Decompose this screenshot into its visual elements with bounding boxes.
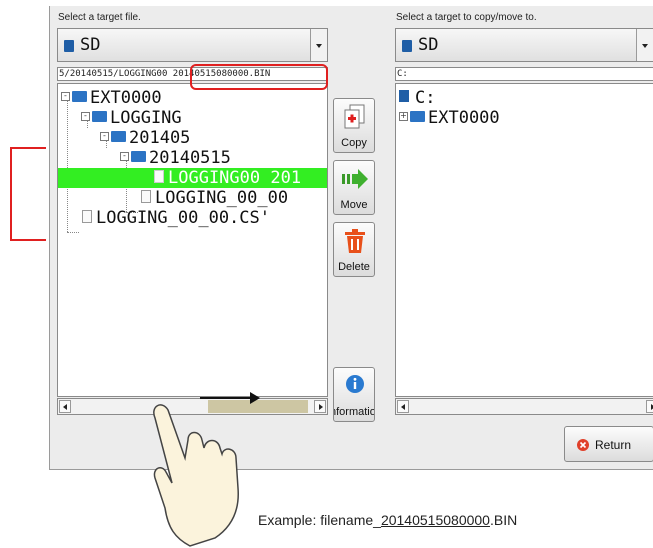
information-label: nformation (334, 406, 374, 418)
return-button[interactable]: Return (564, 426, 653, 462)
chevron-down-icon[interactable] (636, 29, 653, 61)
drive-icon (399, 90, 409, 102)
move-label: Move (340, 199, 368, 211)
delete-button[interactable]: Delete (333, 222, 375, 277)
copy-icon (344, 104, 365, 129)
sd-card-icon (64, 40, 74, 52)
sd-card-icon (402, 40, 412, 52)
tree-node-label: EXT0000 (90, 88, 162, 108)
tree-guide (67, 98, 68, 232)
tree-node-ext0000[interactable]: + EXT0000 (399, 108, 500, 128)
source-drive-value: SD (80, 35, 101, 55)
tree-node-label: 201405 (129, 128, 191, 148)
tree-guide (67, 232, 79, 233)
caption-suffix: .BIN (489, 512, 518, 528)
folder-icon (92, 110, 107, 122)
source-path-prefix: 5/20140515/LOGGING00 (59, 69, 173, 79)
folder-icon (410, 110, 425, 122)
tree-node-201405[interactable]: - 201405 (100, 128, 190, 148)
folder-icon (72, 90, 87, 102)
tree-node-drive-c[interactable]: C: (399, 88, 435, 108)
example-caption: Example: filename_20140515080000.BIN (258, 512, 517, 528)
target-tree-pane[interactable]: C: + EXT0000 (395, 83, 653, 397)
scroll-right-arrow-icon[interactable] (646, 400, 653, 413)
file-icon (141, 189, 151, 203)
copy-label: Copy (341, 137, 367, 149)
information-button[interactable]: nformation (333, 367, 375, 422)
tree-node-file[interactable]: LOGGING_00_00.CS' (82, 208, 270, 228)
collapse-icon[interactable]: - (100, 131, 109, 141)
collapse-icon[interactable]: - (61, 91, 70, 101)
source-tree-pane[interactable]: - EXT0000 - LOGGING -201405 -20140515 LOGG… (57, 83, 328, 397)
tree-node-20140515[interactable]: - 20140515 (120, 148, 231, 168)
caption-prefix: Example: filename_ (258, 512, 381, 528)
tree-node-label: C: (415, 88, 436, 108)
right-panel-label: Select a target to copy/move to. (396, 12, 537, 23)
copy-button[interactable]: Copy (333, 98, 375, 153)
trash-icon (345, 229, 365, 253)
move-arrow-icon (342, 169, 368, 189)
tree-node-label: LOGGING (110, 108, 182, 128)
return-label: Return (595, 438, 632, 452)
highlight-bracket (10, 147, 46, 241)
source-drive-select[interactable]: SD (57, 28, 328, 62)
target-drive-select[interactable]: SD (395, 28, 653, 62)
delete-label: Delete (338, 261, 370, 273)
move-button[interactable]: Move (333, 160, 375, 215)
scroll-right-arrow-icon[interactable] (314, 400, 326, 413)
collapse-icon[interactable]: - (120, 151, 129, 161)
file-icon (154, 169, 164, 183)
swipe-hand-icon (153, 392, 260, 547)
scroll-left-arrow-icon[interactable] (397, 400, 409, 413)
tree-node-label: LOGGING_00_00 (155, 188, 289, 208)
folder-icon (131, 150, 146, 162)
file-icon (82, 209, 92, 223)
chevron-down-icon[interactable] (310, 29, 327, 61)
tree-node-label: EXT0000 (428, 108, 500, 128)
tree-node-ext0000[interactable]: - EXT0000 (61, 88, 162, 108)
target-path-field: C: (395, 67, 653, 81)
folder-icon (111, 130, 126, 142)
filename-highlight-box (190, 64, 328, 90)
scroll-left-arrow-icon[interactable] (59, 400, 71, 413)
tree-node-selected-file[interactable]: LOGGING00 201 (58, 168, 327, 188)
info-icon (346, 375, 364, 393)
left-panel-label: Select a target file. (58, 12, 141, 23)
tree-node-label: LOGGING_00_00.CS' (96, 208, 270, 228)
collapse-icon[interactable]: - (81, 111, 90, 121)
target-horizontal-scrollbar[interactable] (395, 398, 653, 415)
caption-timestamp: 20140515080000 (380, 512, 490, 528)
tree-node-label: LOGGING00 201 (168, 168, 302, 188)
tree-node-file[interactable]: LOGGING_00_00 (141, 188, 288, 208)
expand-icon[interactable]: + (399, 111, 408, 121)
close-circle-icon (577, 439, 589, 451)
target-drive-value: SD (418, 35, 439, 55)
tree-node-label: 20140515 (149, 148, 231, 168)
tree-node-logging[interactable]: - LOGGING (81, 108, 182, 128)
